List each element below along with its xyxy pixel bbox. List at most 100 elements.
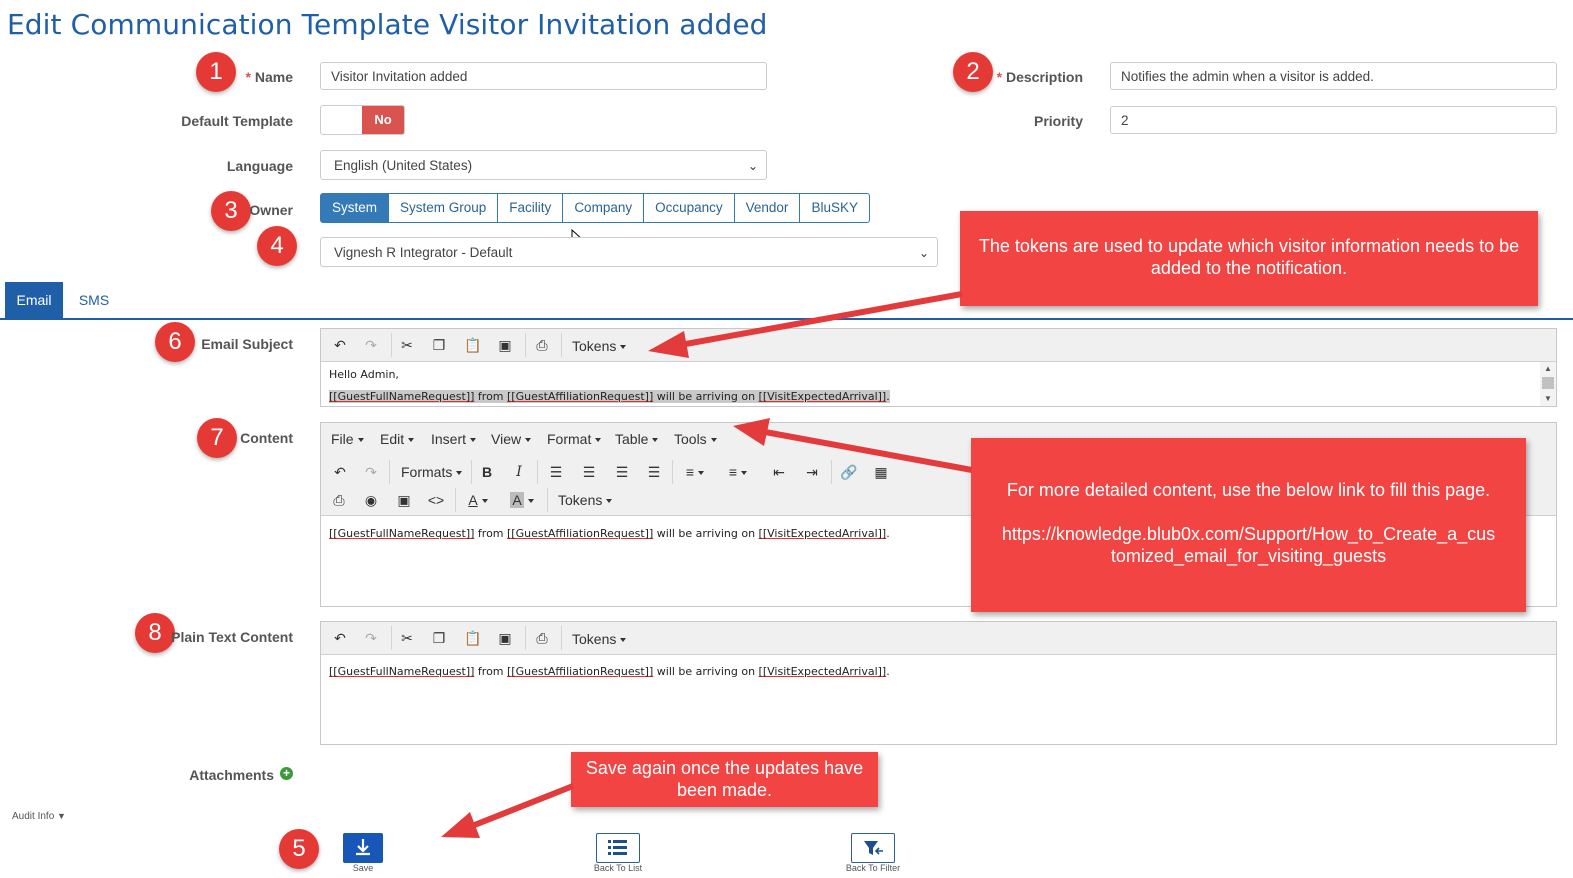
list-icon <box>596 833 640 863</box>
copy-icon[interactable]: ❐ <box>430 336 448 354</box>
menu-label: Edit <box>380 431 405 447</box>
audit-info-toggle[interactable]: Audit Info ▼ <box>12 811 66 822</box>
print-icon[interactable]: ⎙ <box>533 629 551 647</box>
align-right-icon[interactable]: ☰ <box>613 463 631 481</box>
owner-option-vendor[interactable]: Vendor <box>733 193 801 223</box>
owner-entity-select[interactable]: Vignesh R Integrator - Default ⌄ <box>320 237 938 267</box>
token-guest-affiliation: [[GuestAffiliationRequest]] <box>507 390 654 403</box>
paste-icon[interactable]: 📋 <box>464 336 482 354</box>
back-to-list-button[interactable]: Back To List <box>588 833 648 873</box>
content-label: Content <box>240 430 293 446</box>
preview-icon[interactable]: ◉ <box>362 491 380 509</box>
print-icon[interactable]: ⎙ <box>330 491 348 509</box>
tokens-menu[interactable]: Tokens <box>558 492 613 508</box>
owner-option-system-group[interactable]: System Group <box>388 193 499 223</box>
undo-icon[interactable]: ↶ <box>331 463 349 481</box>
tab-sms[interactable]: SMS <box>72 282 116 318</box>
find-replace-icon[interactable]: ▣ <box>496 629 514 647</box>
source-code-icon[interactable]: <> <box>427 491 445 509</box>
menu-tools[interactable]: Tools <box>674 431 717 447</box>
align-center-icon[interactable]: ☰ <box>580 463 598 481</box>
scrollbar-thumb[interactable] <box>1542 377 1554 389</box>
owner-option-occupancy[interactable]: Occupancy <box>643 193 735 223</box>
owner-option-system[interactable]: System <box>320 193 390 223</box>
menu-edit[interactable]: Edit <box>380 431 415 447</box>
token-guest-name: [[GuestFullNameRequest]] <box>329 390 475 403</box>
menu-label: Tools <box>674 431 707 447</box>
tokens-menu[interactable]: Tokens <box>572 631 627 647</box>
tab-email[interactable]: Email <box>5 282 63 318</box>
annotation-6: 6 <box>155 322 195 362</box>
find-replace-icon[interactable]: ▣ <box>496 336 514 354</box>
undo-icon[interactable]: ↶ <box>331 336 349 354</box>
tokens-callout-text: The tokens are used to update which visi… <box>978 236 1520 278</box>
default-template-toggle[interactable]: No <box>320 105 405 135</box>
save-button[interactable]: Save <box>338 833 388 873</box>
italic-icon[interactable]: I <box>510 463 528 481</box>
back-to-filter-button[interactable]: Back To Filter <box>840 833 906 873</box>
plain-text-toolbar: ↶ ↷ ✂ ❐ 📋 ▣ ⎙ Tokens <box>321 622 1556 655</box>
menu-file[interactable]: File <box>331 431 364 447</box>
menu-view[interactable]: View <box>491 431 532 447</box>
undo-icon[interactable]: ↶ <box>331 629 349 647</box>
annotation-2: 2 <box>953 52 993 92</box>
required-mark: * <box>245 69 251 85</box>
media-icon[interactable]: ▣ <box>395 491 413 509</box>
content-callout-text: For more detailed content, use the below… <box>1006 480 1491 500</box>
redo-icon[interactable]: ↷ <box>362 463 380 481</box>
text-segment: will be arriving on <box>653 665 759 678</box>
bold-icon[interactable]: B <box>478 463 496 481</box>
language-select[interactable]: English (United States) ⌄ <box>320 150 767 180</box>
align-left-icon[interactable]: ☰ <box>547 463 565 481</box>
plain-text-editor[interactable]: ↶ ↷ ✂ ❐ 📋 ▣ ⎙ Tokens [[GuestFullNameRequ… <box>320 621 1557 745</box>
paste-icon[interactable]: 📋 <box>464 629 482 647</box>
cut-icon[interactable]: ✂ <box>398 629 416 647</box>
menu-insert[interactable]: Insert <box>431 431 477 447</box>
audit-info-label: Audit Info <box>12 811 55 822</box>
background-color-icon[interactable]: A <box>507 491 537 509</box>
attachments-label: Attachments <box>189 767 274 783</box>
token-guest-affiliation: [[GuestAffiliationRequest]] <box>507 527 654 540</box>
bullet-list-icon[interactable]: ≡ <box>680 463 710 481</box>
add-attachment-icon[interactable]: + <box>280 767 293 780</box>
redo-icon[interactable]: ↷ <box>362 629 380 647</box>
token-visit-arrival: [[VisitExpectedArrival]] <box>758 390 887 403</box>
cut-icon[interactable]: ✂ <box>398 336 416 354</box>
owner-button-group: System System Group Facility Company Occ… <box>320 193 870 223</box>
description-field[interactable]: Notifies the admin when a visitor is add… <box>1110 62 1557 90</box>
copy-icon[interactable]: ❐ <box>430 629 448 647</box>
scroll-up-icon[interactable]: ▲ <box>1544 364 1552 373</box>
numbered-list-icon[interactable]: ≡ <box>723 463 753 481</box>
owner-option-facility[interactable]: Facility <box>497 193 564 223</box>
outdent-icon[interactable]: ⇤ <box>770 463 788 481</box>
menu-table[interactable]: Table <box>615 431 659 447</box>
owner-label: Owner <box>249 202 293 218</box>
owner-option-company[interactable]: Company <box>562 193 645 223</box>
owner-option-blusky[interactable]: BluSKY <box>799 193 870 223</box>
token-visit-arrival: [[VisitExpectedArrival]] <box>758 527 887 540</box>
image-icon[interactable]: ▦ <box>872 463 890 481</box>
back-to-filter-label: Back To Filter <box>845 863 901 873</box>
save-callout-text: Save again once the updates have been ma… <box>585 758 864 800</box>
content-callout-link-line1: https://knowledge.blub0x.com/Support/How… <box>1001 524 1496 544</box>
email-subject-scrollbar[interactable]: ▲ ▼ <box>1540 362 1556 406</box>
annotation-8: 8 <box>135 613 175 653</box>
print-icon[interactable]: ⎙ <box>533 336 551 354</box>
link-icon[interactable]: 🔗 <box>840 463 858 481</box>
menu-format[interactable]: Format <box>547 431 602 447</box>
formats-menu[interactable]: Formats <box>401 464 463 480</box>
name-label: * Name <box>246 69 293 85</box>
save-callout: Save again once the updates have been ma… <box>571 752 878 807</box>
name-field[interactable]: Visitor Invitation added <box>320 62 767 90</box>
back-to-list-label: Back To List <box>593 863 643 873</box>
redo-icon[interactable]: ↷ <box>362 336 380 354</box>
justify-icon[interactable]: ☰ <box>645 463 663 481</box>
toggle-no-state: No <box>362 106 404 134</box>
email-subject-label: Email Subject <box>201 336 293 352</box>
priority-field[interactable]: 2 <box>1110 106 1557 134</box>
text-color-icon[interactable]: A <box>463 491 493 509</box>
email-subject-editor[interactable]: ↶ ↷ ✂ ❐ 📋 ▣ ⎙ Tokens Hello Admin, [[Gues… <box>320 328 1557 407</box>
indent-icon[interactable]: ⇥ <box>803 463 821 481</box>
tokens-menu[interactable]: Tokens <box>572 338 627 354</box>
scroll-down-icon[interactable]: ▼ <box>1544 394 1552 403</box>
